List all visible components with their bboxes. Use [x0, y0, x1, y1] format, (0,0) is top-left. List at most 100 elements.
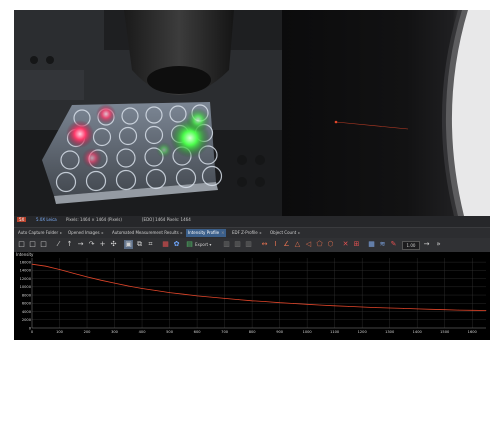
intensity-data-point: [444, 309, 446, 311]
intensity-data-point: [196, 295, 198, 297]
region-icon[interactable]: ⧉: [135, 240, 144, 249]
arrow-up-icon[interactable]: ↑: [65, 240, 74, 249]
intensity-data-point: [72, 272, 74, 274]
zoom-badge[interactable]: 5X: [17, 217, 27, 222]
tab-label: Auto Capture Folder: [18, 230, 59, 235]
intensity-profile-chart: Intensity 0 2000 4000 6000 8000 10000 12000 1400…: [16, 252, 487, 334]
export-label: Export: [195, 242, 209, 247]
profile-line-handle[interactable]: [334, 120, 338, 124]
angle-icon[interactable]: ◁: [304, 240, 313, 249]
intensity-data-point: [59, 269, 60, 270]
square-icon[interactable]: □: [17, 240, 26, 249]
tab-label: Intensity Profile: [188, 230, 220, 235]
intensity-data-point: [293, 303, 294, 304]
intensity-data-point: [334, 305, 336, 307]
intensity-data-point: [361, 306, 363, 308]
objective-label[interactable]: 5.0X Leica: [36, 217, 57, 222]
intensity-data-point: [306, 303, 308, 305]
analysis-app-window: 5X 5.0X Leica Pixels: 1464 × 1464 (Pixel…: [14, 216, 490, 340]
intensity-data-point: [430, 308, 432, 310]
vertical-measure-icon[interactable]: I: [271, 240, 280, 249]
intensity-data-point: [251, 300, 253, 302]
intensity-data-point: [127, 285, 129, 287]
x-tick-label: 500: [166, 330, 174, 334]
curve-icon[interactable]: ↷: [87, 240, 96, 249]
intensity-data-point: [389, 307, 391, 309]
next-icon[interactable]: →: [422, 240, 431, 249]
y-axis-label: Intensity: [16, 252, 34, 257]
delete-icon[interactable]: ✕: [341, 240, 350, 249]
horizontal-measure-icon[interactable]: ↔: [260, 240, 269, 249]
table-icon[interactable]: ▦: [367, 240, 376, 249]
square-icon[interactable]: □: [28, 240, 37, 249]
x-tick-label: 1000: [303, 330, 313, 334]
selection-icon[interactable]: ▣: [124, 240, 133, 249]
tab-label: EDF Z-Profile: [232, 230, 258, 235]
tab-arrow-icon: ▸: [101, 230, 104, 235]
ruler-icon[interactable]: ▥: [244, 240, 253, 249]
x-tick-label: 800: [249, 330, 257, 334]
tab-label: Object Count: [270, 230, 297, 235]
y-tick-label: 4000: [22, 310, 32, 314]
intensity-data-point: [155, 290, 157, 291]
color-pick-icon[interactable]: ✎: [389, 240, 398, 249]
area-icon[interactable]: ⬠: [315, 240, 324, 249]
intensity-data-point: [182, 293, 184, 295]
y-tick-label: 6000: [22, 302, 32, 306]
intensity-data-point: [416, 308, 418, 310]
intensity-data-point: [100, 279, 102, 281]
x-tick-label: 600: [194, 330, 202, 334]
intensity-data-point: [375, 307, 377, 308]
tab-label: Automated Measurement Results: [112, 230, 179, 235]
square-icon[interactable]: □: [39, 240, 48, 249]
count-icon[interactable]: ⊞: [352, 240, 361, 249]
tab-arrow-icon: ▸: [60, 230, 63, 235]
x-tick-label: 300: [111, 330, 119, 334]
intensity-data-point: [45, 265, 47, 267]
settings-icon[interactable]: ✿: [172, 240, 181, 249]
fast-forward-icon[interactable]: »: [434, 240, 443, 249]
intensity-data-point: [485, 310, 487, 311]
intensity-data-point: [114, 282, 115, 284]
tab-object-count[interactable]: Object Count ▸: [268, 229, 302, 237]
export-button[interactable]: Export ▾: [195, 240, 217, 249]
zoom-field-value: 1.00: [406, 243, 416, 248]
tab-close-icon[interactable]: ×: [221, 230, 224, 235]
x-tick-label: 100: [56, 330, 64, 334]
ruler-icon[interactable]: ▥: [222, 240, 231, 249]
angle-icon[interactable]: ∠: [282, 240, 291, 249]
x-tick-label: 1600: [468, 330, 478, 334]
x-tick-label: 200: [84, 330, 92, 334]
tab-automated-measurement-results[interactable]: Automated Measurement Results ▸: [110, 229, 185, 237]
tab-edf-z-profile[interactable]: EDF Z-Profile ▸: [230, 229, 264, 237]
x-tick-label: 0: [31, 330, 34, 334]
x-tick-label: 900: [276, 330, 284, 334]
intensity-data-point: [471, 309, 473, 311]
tab-intensity-profile[interactable]: Intensity Profile ×: [186, 229, 227, 237]
line-tool-icon[interactable]: ⁄: [54, 240, 63, 249]
cross-icon[interactable]: +: [98, 240, 107, 249]
pixels-label: Pixels: 1464 × 1464 (Pixels): [66, 217, 122, 222]
intensity-plot-panel: Intensity 0 2000 4000 6000 8000 10000 12000 1400…: [14, 252, 490, 340]
microscope-field-view[interactable]: [282, 10, 490, 216]
tab-opened-images[interactable]: Opened Images ▸: [66, 229, 106, 237]
intensity-data-point: [265, 301, 267, 302]
crop-icon[interactable]: ⌗: [146, 240, 155, 249]
area-icon[interactable]: ⬡: [326, 240, 335, 249]
intensity-series-line: [31, 263, 487, 311]
zoom-field[interactable]: 1.00: [402, 241, 420, 250]
triangle-icon[interactable]: △: [293, 240, 302, 249]
plate-camera-view: [14, 10, 282, 216]
layers-icon[interactable]: ≋: [378, 240, 387, 249]
y-tick-label: 14000: [20, 269, 32, 273]
x-tick-label: 700: [221, 330, 229, 334]
intensity-data-point: [348, 306, 349, 307]
grid-icon[interactable]: ▦: [161, 240, 170, 249]
y-tick-label: 2000: [22, 318, 32, 322]
tab-auto-capture-folder[interactable]: Auto Capture Folder ▸: [16, 229, 64, 237]
freehand-icon[interactable]: ✣: [109, 240, 118, 249]
fluorescence-image: [282, 10, 490, 216]
arrow-right-icon[interactable]: →: [76, 240, 85, 249]
export-icon[interactable]: ▤: [185, 240, 194, 249]
ruler-icon[interactable]: ▥: [233, 240, 242, 249]
